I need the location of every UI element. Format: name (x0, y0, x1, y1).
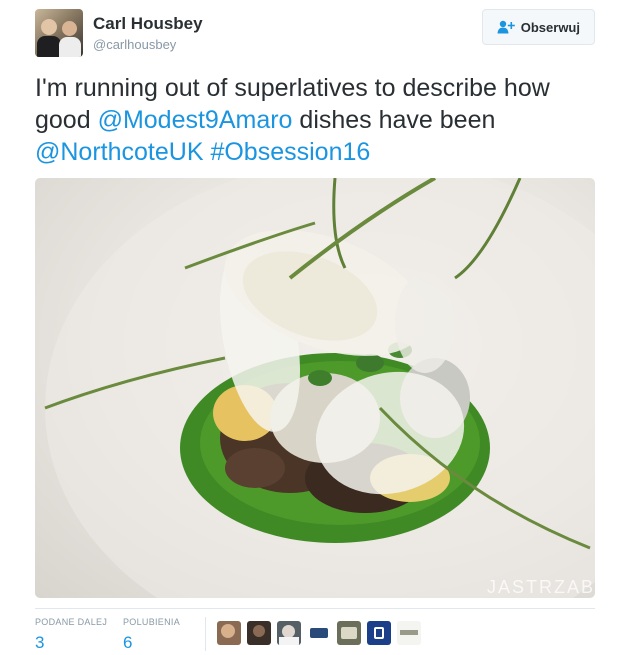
tweet-photo[interactable]: JASTRZAB (35, 178, 595, 598)
tweet-text: I'm running out of superlatives to descr… (35, 72, 595, 168)
retweets-count: 3 (35, 633, 45, 652)
liker-avatar[interactable] (397, 621, 421, 645)
stats-divider (205, 617, 206, 651)
mention-northcoteuk[interactable]: @NorthcoteUK (35, 138, 204, 166)
hashtag-obsession16[interactable]: #Obsession16 (210, 138, 370, 166)
user-handle[interactable]: @carlhousbey (93, 37, 176, 52)
liker-avatar[interactable] (247, 621, 271, 645)
liker-avatar[interactable] (307, 621, 331, 645)
user-name[interactable]: Carl Housbey (93, 14, 203, 34)
food-dish-image (44, 178, 595, 598)
follow-button-label: Obserwuj (520, 19, 580, 35)
liker-avatar[interactable] (217, 621, 241, 645)
liker-avatar[interactable] (337, 621, 361, 645)
watermark-text: JASTRZAB (486, 577, 595, 597)
likes-count: 6 (123, 633, 133, 652)
liker-avatar[interactable] (277, 621, 301, 645)
retweets-stat[interactable]: PODANE DALEJ 3 (35, 617, 107, 653)
avatar[interactable] (35, 9, 83, 57)
tweet-stats: PODANE DALEJ 3 POLUBIENIA 6 (35, 608, 595, 653)
follow-button[interactable]: Obserwuj (481, 9, 595, 45)
mention-modest9amaro[interactable]: @Modest9Amaro (98, 106, 293, 134)
likes-label: POLUBIENIA (123, 617, 181, 627)
likers-avatars (217, 621, 421, 645)
tweet-header: Carl Housbey @carlhousbey Obserwuj (35, 9, 595, 59)
retweets-label: PODANE DALEJ (35, 617, 108, 627)
liker-avatar[interactable] (367, 621, 391, 645)
likes-stat[interactable]: POLUBIENIA 6 (123, 617, 180, 653)
add-user-icon (497, 20, 515, 34)
tweet-text-part: dishes have been (292, 106, 496, 134)
